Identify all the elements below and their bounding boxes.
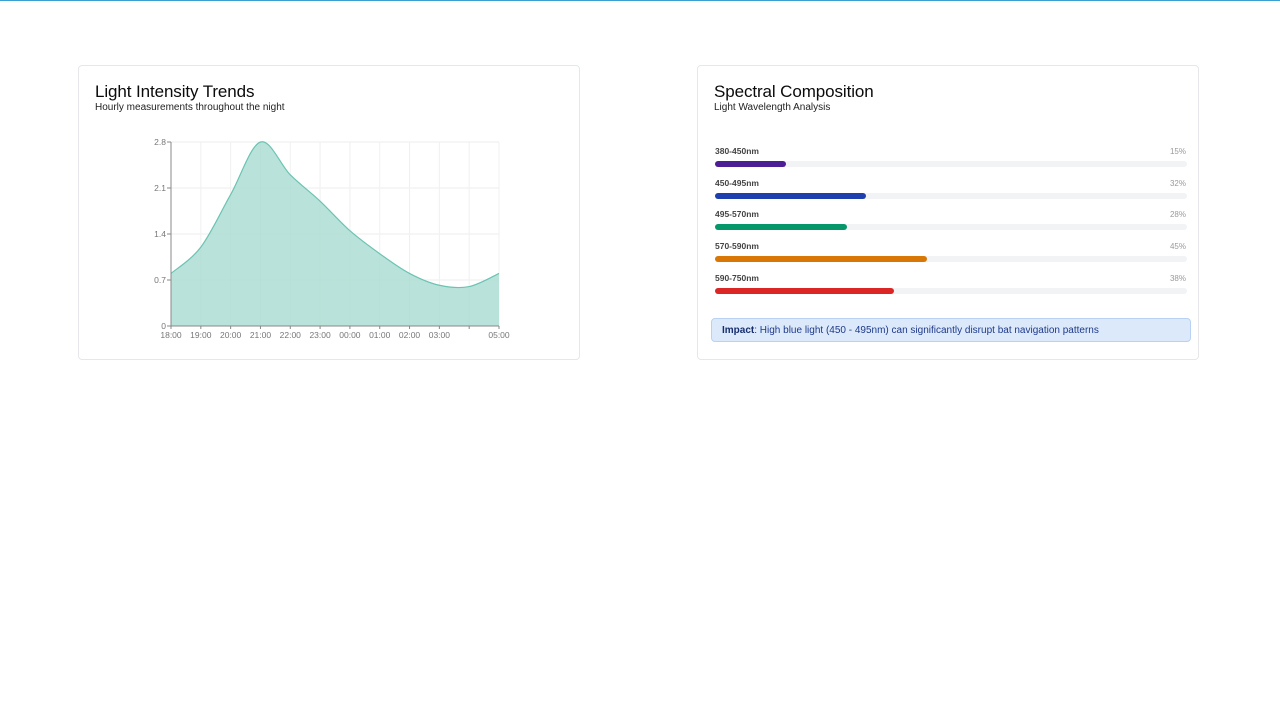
band-fill [715, 224, 848, 230]
intensity-chart: 00.71.42.12.818:00 19:00 20:00 21:00 22:00 23… [154, 137, 510, 340]
impact-label: Impact [722, 325, 755, 336]
spectral-composition-card: Spectral Composition Light Wavelength An… [697, 65, 1199, 360]
band-track [715, 193, 1187, 199]
band-percent: 45% [1169, 242, 1186, 251]
band-track [715, 256, 1187, 262]
band-track [715, 288, 1187, 294]
x-tick-label: 05:00 [488, 330, 510, 340]
x-tick-label: 02:00 [399, 330, 421, 340]
impact-text: : High blue light (450 - 495nm) can sign… [754, 325, 1099, 336]
band-label: 570-590nm [715, 241, 759, 251]
y-tick-label: 0.7 [154, 275, 166, 285]
y-tick-label: 2.8 [154, 137, 166, 147]
impact-note: Impact: High blue light (450 - 495nm) ca… [711, 318, 1191, 342]
y-tick-label: 2.1 [154, 183, 166, 193]
top-accent-line [0, 0, 1280, 1]
band-percent: 28% [1169, 210, 1186, 219]
band-track [715, 161, 1187, 167]
x-tick-label: 18:00 [160, 330, 182, 340]
band-fill [715, 256, 928, 262]
light-intensity-card: Light Intensity Trends Hourly measuremen… [78, 65, 580, 360]
band-percent: 32% [1169, 179, 1186, 188]
x-tick-label: 19:00 [190, 330, 212, 340]
y-tick-label: 1.4 [154, 229, 166, 239]
band-fill [715, 288, 895, 294]
band-percent: 38% [1169, 274, 1186, 283]
x-tick-label: 03:00 [429, 330, 451, 340]
x-tick-label: 20:00 [220, 330, 242, 340]
band-label: 495-570nm [715, 209, 759, 219]
band-fill [715, 193, 867, 199]
x-tick-label: 01:00 [369, 330, 391, 340]
x-tick-label: 22:00 [280, 330, 302, 340]
band-percent: 15% [1169, 147, 1186, 156]
x-tick-label: 21:00 [250, 330, 272, 340]
band-label: 380-450nm [715, 146, 759, 156]
band-label: 590-750nm [715, 273, 759, 283]
band-track [715, 224, 1187, 230]
x-tick-label: 23:00 [309, 330, 331, 340]
band-fill [715, 161, 786, 167]
card-title: Spectral Composition [714, 82, 874, 101]
band-label: 450-495nm [715, 178, 759, 188]
card-subtitle: Light Wavelength Analysis [714, 102, 831, 113]
x-tick-label: 00:00 [339, 330, 361, 340]
